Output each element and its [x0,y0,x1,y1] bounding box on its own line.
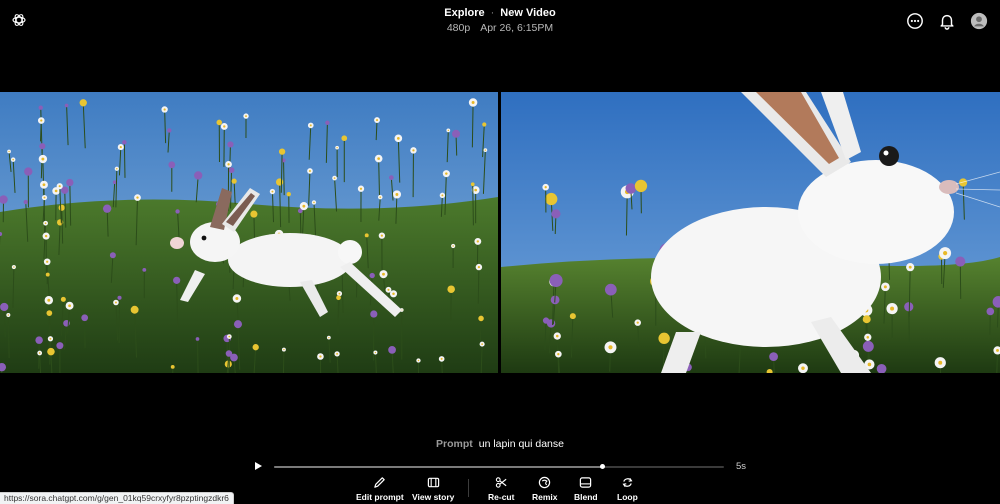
toolbar-divider [468,479,469,497]
loop-label: Loop [617,492,638,502]
loop-icon [622,478,633,487]
video-frame-left[interactable] [0,92,498,373]
resolution-label: 480p [446,22,471,34]
remix-icon [539,476,551,489]
breadcrumb-explore-link[interactable]: Explore [444,7,484,19]
duration-label: 5s [736,461,747,472]
scissors-icon [495,477,507,488]
page-header: Explore · New Video 480p Apr 26, 6:15PM [0,7,1000,34]
edit-prompt-label: Edit prompt [356,492,404,502]
re-cut-label: Re-cut [488,492,515,502]
breadcrumb: Explore · New Video [0,7,1000,19]
timestamp-label: Apr 26, 6:15PM [480,22,554,34]
timeline-thumb[interactable] [600,464,605,469]
timeline-scrubber[interactable] [274,466,724,468]
prompt-label: Prompt [436,438,473,450]
prompt-text[interactable]: un lapin qui danse [479,438,564,450]
loop-button[interactable]: Loop [617,476,638,502]
blend-button[interactable]: Blend [574,476,598,502]
notifications-bell-icon[interactable] [938,12,956,30]
top-bar: Explore · New Video 480p Apr 26, 6:15PM [0,0,1000,40]
remix-label: Remix [532,492,558,502]
re-cut-button[interactable]: Re-cut [488,476,514,502]
timeline-progress [274,466,603,468]
video-preview[interactable] [0,92,1000,373]
prompt-line: Prompt un lapin qui danse [0,438,1000,450]
more-options-icon[interactable] [906,12,924,30]
breadcrumb-separator: · [490,7,495,19]
pencil-icon [374,477,386,488]
page-title: New Video [500,7,556,19]
header-actions [906,12,988,30]
blend-label: Blend [574,492,598,502]
video-meta: 480p Apr 26, 6:15PM [0,22,1000,34]
remix-button[interactable]: Remix [532,476,558,502]
play-icon[interactable] [252,460,264,472]
view-story-label: View story [412,492,455,502]
status-bar-url: https://sora.chatgpt.com/g/gen_01kq59crx… [0,492,234,504]
profile-avatar-icon[interactable] [970,12,988,30]
blend-icon [580,477,592,488]
video-frame-right[interactable] [501,92,1000,373]
view-story-button[interactable]: View story [412,476,454,502]
edit-prompt-button[interactable]: Edit prompt [356,476,404,502]
storyboard-icon [427,477,439,488]
